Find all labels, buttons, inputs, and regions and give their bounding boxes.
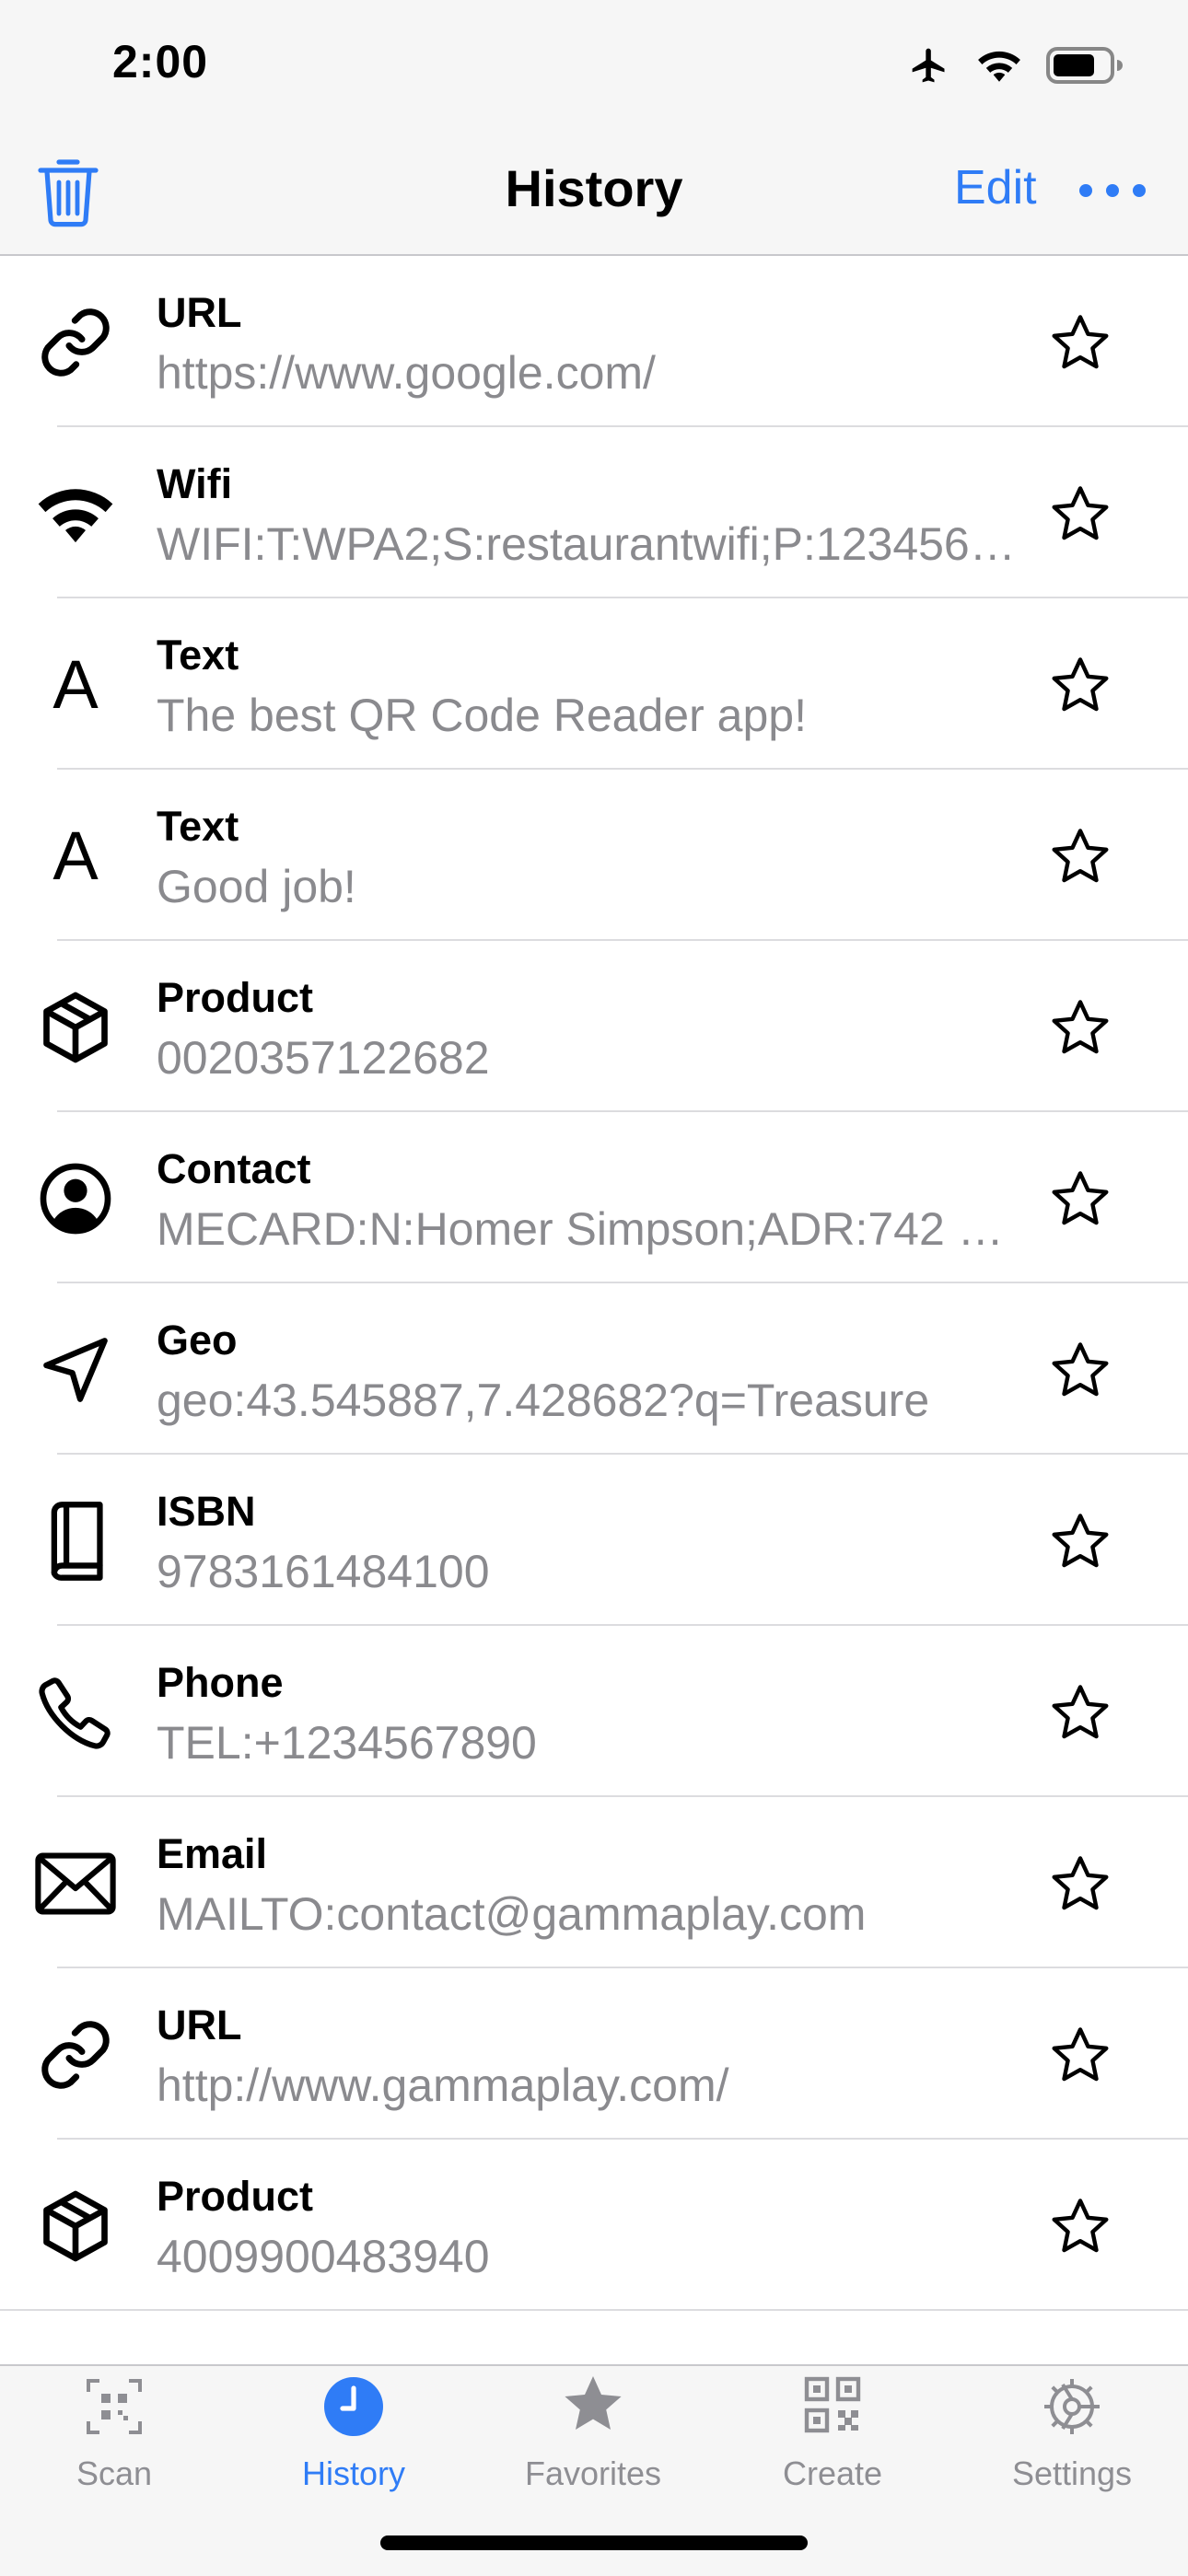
phone-icon: [35, 1672, 116, 1753]
status-icons: [906, 42, 1124, 88]
history-list: URL https://www.google.com/ Wifi WIFI:T:…: [0, 256, 1188, 2311]
history-item-type: Email: [157, 1830, 268, 1877]
history-item-type: Phone: [157, 1659, 284, 1706]
status-bar: 2:00: [0, 0, 1188, 129]
favorite-star-icon[interactable]: [1048, 1681, 1112, 1746]
history-row[interactable]: URL https://www.google.com/: [0, 256, 1188, 427]
clock-icon: [324, 2377, 383, 2436]
tab-create[interactable]: Create: [722, 2373, 943, 2521]
favorite-star-icon[interactable]: [1048, 1852, 1112, 1917]
favorite-star-icon[interactable]: [1048, 654, 1112, 718]
book-icon: [35, 1501, 116, 1582]
favorite-star-icon[interactable]: [1048, 996, 1112, 1061]
history-row[interactable]: ISBN 9783161484100: [0, 1455, 1188, 1626]
favorite-star-icon[interactable]: [1048, 311, 1112, 376]
history-row[interactable]: A Text Good job!: [0, 770, 1188, 941]
history-item-value: TEL:+1234567890: [157, 1717, 537, 1769]
location-icon: [35, 1329, 116, 1410]
favorite-star-icon[interactable]: [1048, 1167, 1112, 1232]
history-item-type: Product: [157, 2173, 314, 2220]
history-item-type: Product: [157, 974, 314, 1021]
gear-icon: [1044, 2379, 1100, 2434]
battery-icon: [1046, 47, 1123, 84]
history-row[interactable]: Contact MECARD:N:Homer Simpson;ADR:742 E…: [0, 1112, 1188, 1283]
history-row[interactable]: Phone TEL:+1234567890: [0, 1626, 1188, 1797]
package-icon: [35, 987, 116, 1068]
history-item-type: Wifi: [157, 460, 233, 507]
contact-icon: [35, 1158, 116, 1239]
package-icon: [35, 2186, 116, 2267]
history-item-type: ISBN: [157, 1488, 256, 1535]
favorite-star-icon[interactable]: [1048, 825, 1112, 889]
history-row[interactable]: Wifi WIFI:T:WPA2;S:restaurantwifi;P:1234…: [0, 427, 1188, 598]
history-item-type: Text: [157, 632, 239, 679]
tab-history[interactable]: History: [243, 2373, 464, 2521]
history-row[interactable]: Geo geo:43.545887,7.428682?q=Treasure: [0, 1283, 1188, 1455]
tab-scan[interactable]: Scan: [4, 2373, 225, 2521]
home-indicator: [380, 2535, 808, 2550]
wifi-status-icon: [978, 51, 1020, 82]
link-icon: [35, 302, 116, 383]
qr-scan-icon: [87, 2379, 142, 2434]
text-icon: A: [52, 646, 99, 723]
navigation-bar: History Edit: [0, 129, 1188, 256]
status-time: 2:00: [112, 36, 209, 87]
more-options-button[interactable]: [1077, 177, 1147, 204]
history-item-value: MAILTO:contact@gammaplay.com: [157, 1888, 867, 1940]
history-row[interactable]: Email MAILTO:contact@gammaplay.com: [0, 1797, 1188, 1968]
wifi-icon: [35, 473, 116, 554]
history-item-value: 4009900483940: [157, 2231, 490, 2282]
history-item-value: http://www.gammaplay.com/: [157, 2060, 729, 2111]
history-row[interactable]: URL http://www.gammaplay.com/: [0, 1968, 1188, 2140]
qr-code-icon: [804, 2376, 861, 2433]
history-item-value: 9783161484100: [157, 1546, 490, 1597]
history-item-value: The best QR Code Reader app!: [157, 690, 807, 741]
airplane-icon: [912, 48, 945, 83]
favorite-star-icon[interactable]: [1048, 1339, 1112, 1403]
favorite-star-icon[interactable]: [1048, 482, 1112, 547]
history-item-value: Good job!: [157, 861, 356, 912]
history-item-value: WIFI:T:WPA2;S:restaurantwifi;P:12345678;…: [157, 518, 1031, 570]
tab-label: History: [301, 2454, 405, 2492]
history-item-value: https://www.google.com/: [157, 347, 656, 399]
history-row[interactable]: Product 4009900483940: [0, 2140, 1188, 2311]
history-item-type: Geo: [157, 1317, 238, 1363]
tab-label: Scan: [76, 2454, 153, 2492]
text-icon: A: [52, 818, 99, 894]
star-filled-icon: [565, 2376, 622, 2430]
favorite-star-icon[interactable]: [1048, 2024, 1112, 2088]
favorite-star-icon[interactable]: [1048, 1510, 1112, 1574]
history-item-value: geo:43.545887,7.428682?q=Treasure: [157, 1375, 930, 1426]
history-item-value: 0020357122682: [157, 1032, 490, 1084]
history-item-type: URL: [157, 2002, 242, 2048]
history-item-value: MECARD:N:Homer Simpson;ADR:742 Evergreen…: [157, 1203, 1031, 1255]
tab-label: Favorites: [524, 2454, 662, 2492]
history-row[interactable]: Product 0020357122682: [0, 941, 1188, 1112]
history-item-type: Contact: [157, 1145, 311, 1192]
edit-button[interactable]: Edit: [954, 160, 1037, 215]
tab-label: Create: [782, 2454, 883, 2492]
history-item-type: Text: [157, 803, 239, 850]
link-icon: [35, 2014, 116, 2095]
tab-settings[interactable]: Settings: [961, 2373, 1182, 2521]
tab-label: Settings: [1011, 2454, 1133, 2492]
envelope-icon: [35, 1843, 116, 1924]
ellipsis-icon: [1079, 184, 1146, 197]
tab-favorites[interactable]: Favorites: [483, 2373, 704, 2521]
history-row[interactable]: A Text The best QR Code Reader app!: [0, 598, 1188, 770]
history-item-type: URL: [157, 289, 242, 336]
favorite-star-icon[interactable]: [1048, 2195, 1112, 2259]
